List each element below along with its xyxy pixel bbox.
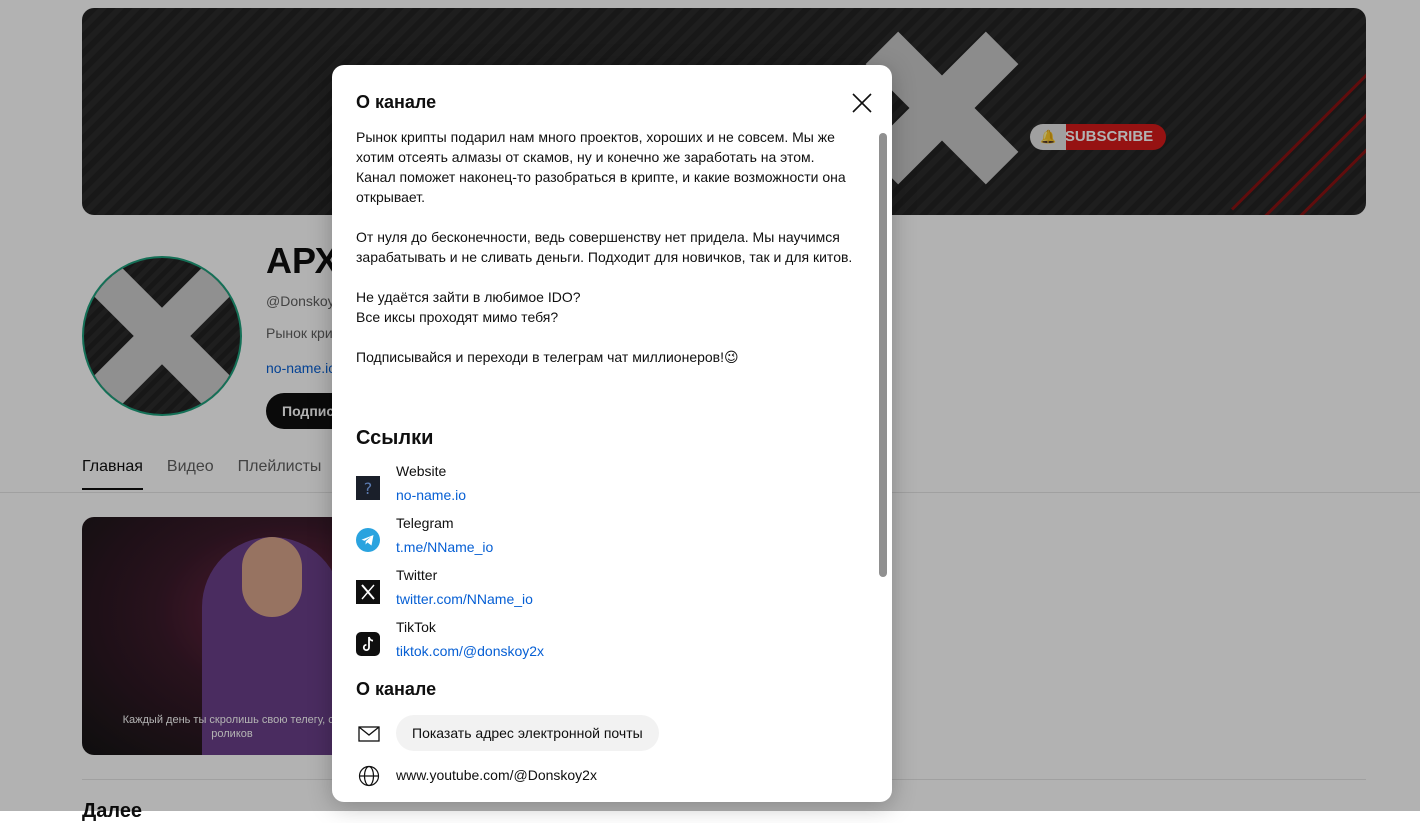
mail-icon xyxy=(358,726,380,742)
link-name: Telegram xyxy=(396,515,454,531)
scrollbar[interactable] xyxy=(879,133,887,577)
link-website: ? Website no-name.io xyxy=(356,463,856,515)
about-description: Рынок крипты подарил нам много проектов,… xyxy=(356,127,856,387)
link-name: Twitter xyxy=(396,567,438,583)
link-telegram: Telegram t.me/NName_io xyxy=(356,515,856,567)
about-paragraph: Рынок крипты подарил нам много проектов,… xyxy=(356,129,846,205)
link-twitter: Twitter twitter.com/NName_io xyxy=(356,567,856,619)
link-tiktok: TikTok tiktok.com/@donskoy2x xyxy=(356,619,856,671)
twitter-icon xyxy=(356,580,380,604)
tiktok-icon xyxy=(356,632,380,656)
show-email-button[interactable]: Показать адрес электронной почты xyxy=(396,715,659,751)
links-heading: Ссылки xyxy=(356,427,434,449)
channel-url[interactable]: www.youtube.com/@Donskoy2x xyxy=(396,767,597,783)
link-url[interactable]: t.me/NName_io xyxy=(396,539,493,555)
link-url[interactable]: tiktok.com/@donskoy2x xyxy=(396,643,544,659)
about-paragraph: От нуля до бесконечности, ведь совершенс… xyxy=(356,229,853,265)
about-paragraph: Не удаётся зайти в любимое IDO? Все иксы… xyxy=(356,289,581,325)
link-url[interactable]: twitter.com/NName_io xyxy=(396,591,533,607)
about-paragraph: Подписывайся и переходи в телеграм чат м… xyxy=(356,349,739,365)
link-url[interactable]: no-name.io xyxy=(396,487,466,503)
channel-details-heading: О канале xyxy=(356,679,437,699)
website-icon: ? xyxy=(356,476,380,500)
telegram-icon xyxy=(356,528,380,552)
link-name: Website xyxy=(396,463,447,479)
svg-text:?: ? xyxy=(364,479,373,498)
link-name: TikTok xyxy=(396,619,436,635)
dialog-title: О канале xyxy=(356,92,437,112)
globe-icon xyxy=(358,765,380,787)
about-dialog: О канале Рынок крипты подарил нам много … xyxy=(332,65,892,802)
